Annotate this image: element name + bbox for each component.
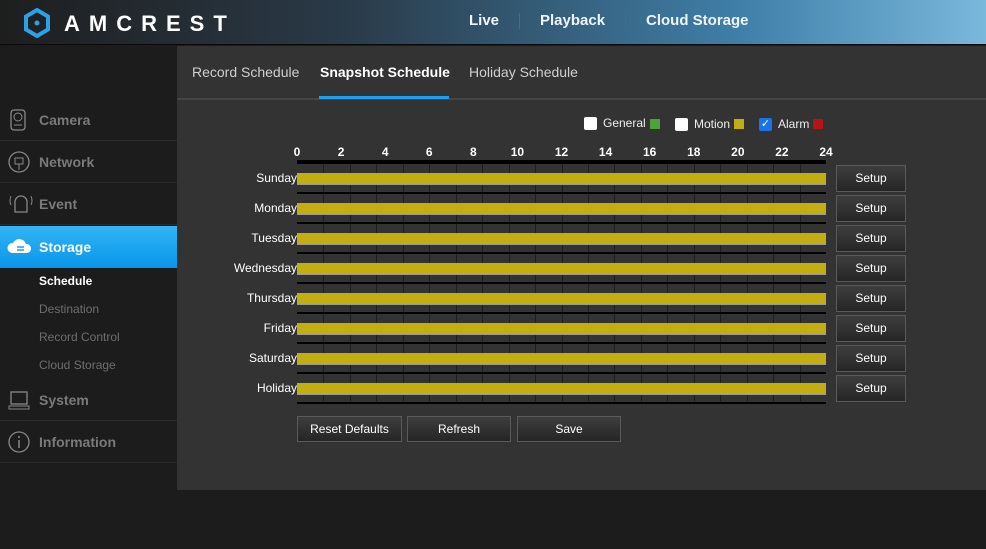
- sidebar-label: Storage: [39, 239, 92, 255]
- setup-button-tuesday[interactable]: Setup: [836, 225, 906, 252]
- sidebar-item-camera[interactable]: Camera: [0, 99, 177, 141]
- hour-tick-label: 16: [642, 145, 657, 159]
- submenu-record-control[interactable]: Record Control: [39, 330, 120, 344]
- nav-divider: [519, 13, 520, 29]
- hour-tick-label: 24: [819, 145, 833, 159]
- hour-tick-label: 0: [293, 145, 301, 159]
- cloud-storage-icon: [7, 239, 32, 253]
- day-label: Thursday: [246, 291, 297, 305]
- submenu-schedule[interactable]: Schedule: [39, 274, 92, 288]
- schedule-bar-holiday[interactable]: [297, 383, 826, 395]
- motion-label: Motion: [694, 117, 731, 131]
- setup-button-holiday[interactable]: Setup: [836, 375, 906, 402]
- day-label: Monday: [254, 201, 297, 215]
- amcrest-logo-icon: [24, 8, 50, 38]
- schedule-bar-thursday[interactable]: [297, 293, 826, 305]
- alarm-label: Alarm: [778, 117, 810, 131]
- camera-icon: [10, 109, 26, 131]
- active-tab-indicator: [319, 96, 449, 99]
- setup-button-wednesday[interactable]: Setup: [836, 255, 906, 282]
- sidebar-label: System: [39, 392, 89, 408]
- schedule-bar-wednesday[interactable]: [297, 263, 826, 275]
- save-button[interactable]: Save: [517, 416, 621, 442]
- motion-checkbox[interactable]: [675, 118, 688, 131]
- sidebar-label: Information: [39, 434, 116, 450]
- refresh-button[interactable]: Refresh: [407, 416, 511, 442]
- nav-divider: [625, 13, 626, 29]
- hour-tick-label: 2: [337, 145, 345, 159]
- general-checkbox[interactable]: [584, 117, 597, 130]
- nav-live[interactable]: Live: [469, 12, 499, 29]
- submenu-destination[interactable]: Destination: [39, 302, 99, 316]
- general-color-swatch: [650, 119, 660, 129]
- sidebar-item-system[interactable]: System: [0, 379, 177, 421]
- info-icon: [8, 431, 30, 453]
- day-label: Saturday: [248, 351, 297, 365]
- top-header: AMCREST Live Playback Cloud Storage: [0, 0, 986, 45]
- hour-tick-label: 4: [381, 145, 389, 159]
- sidebar-label: Network: [39, 154, 95, 170]
- alarm-color-swatch: [813, 119, 823, 129]
- brand-name: AMCREST: [64, 11, 236, 36]
- nav-playback[interactable]: Playback: [540, 12, 605, 29]
- reset-defaults-button[interactable]: Reset Defaults: [297, 416, 402, 442]
- schedule-bar-friday[interactable]: [297, 323, 826, 335]
- day-label: Holiday: [256, 381, 297, 395]
- hour-tick-label: 18: [687, 145, 701, 159]
- schedule-bar-sunday[interactable]: [297, 173, 826, 185]
- hour-tick-label: 22: [775, 145, 789, 159]
- sidebar-item-event[interactable]: Event: [0, 183, 177, 225]
- hour-tick-label: 6: [425, 145, 433, 159]
- tab-holiday-schedule[interactable]: Holiday Schedule: [469, 64, 578, 80]
- sidebar-label: Event: [39, 196, 78, 212]
- nav-cloud-storage[interactable]: Cloud Storage: [646, 12, 749, 29]
- schedule-bar-monday[interactable]: [297, 203, 826, 215]
- submenu-cloud-storage[interactable]: Cloud Storage: [39, 358, 116, 372]
- main-panel: Record Schedule Snapshot Schedule Holida…: [177, 46, 986, 490]
- motion-color-swatch: [734, 119, 744, 129]
- schedule-bar-saturday[interactable]: [297, 353, 826, 365]
- tab-bar: Record Schedule Snapshot Schedule Holida…: [177, 46, 986, 100]
- setup-button-sunday[interactable]: Setup: [836, 165, 906, 192]
- general-label: General: [603, 116, 646, 130]
- hour-tick-label: 8: [469, 145, 477, 159]
- hour-tick-label: 20: [731, 145, 745, 159]
- sidebar-item-network[interactable]: Network: [0, 141, 177, 183]
- network-icon: [8, 151, 30, 173]
- hour-tick-label: 12: [554, 145, 569, 159]
- sidebar-item-storage[interactable]: Storage: [0, 226, 186, 268]
- tab-snapshot-schedule[interactable]: Snapshot Schedule: [320, 64, 450, 80]
- time-axis: [297, 160, 826, 162]
- tab-record-schedule[interactable]: Record Schedule: [192, 64, 299, 80]
- sidebar: Camera Network Event Storage Schedule De…: [0, 46, 186, 549]
- setup-button-saturday[interactable]: Setup: [836, 345, 906, 372]
- sidebar-item-information[interactable]: Information: [0, 421, 177, 463]
- day-label: Friday: [263, 321, 297, 335]
- setup-button-friday[interactable]: Setup: [836, 315, 906, 342]
- day-label: Wednesday: [233, 261, 297, 275]
- row-separator: [297, 402, 826, 404]
- hour-tick-label: 10: [510, 145, 525, 159]
- setup-button-monday[interactable]: Setup: [836, 195, 906, 222]
- event-icon: [9, 195, 33, 213]
- day-label: Tuesday: [251, 231, 297, 245]
- system-icon: [8, 391, 30, 410]
- day-label: Sunday: [256, 171, 297, 185]
- setup-button-thursday[interactable]: Setup: [836, 285, 906, 312]
- sidebar-label: Camera: [39, 112, 91, 128]
- schedule-bar-tuesday[interactable]: [297, 233, 826, 245]
- alarm-checkbox[interactable]: ✓: [759, 118, 772, 131]
- hour-tick-label: 14: [598, 145, 613, 159]
